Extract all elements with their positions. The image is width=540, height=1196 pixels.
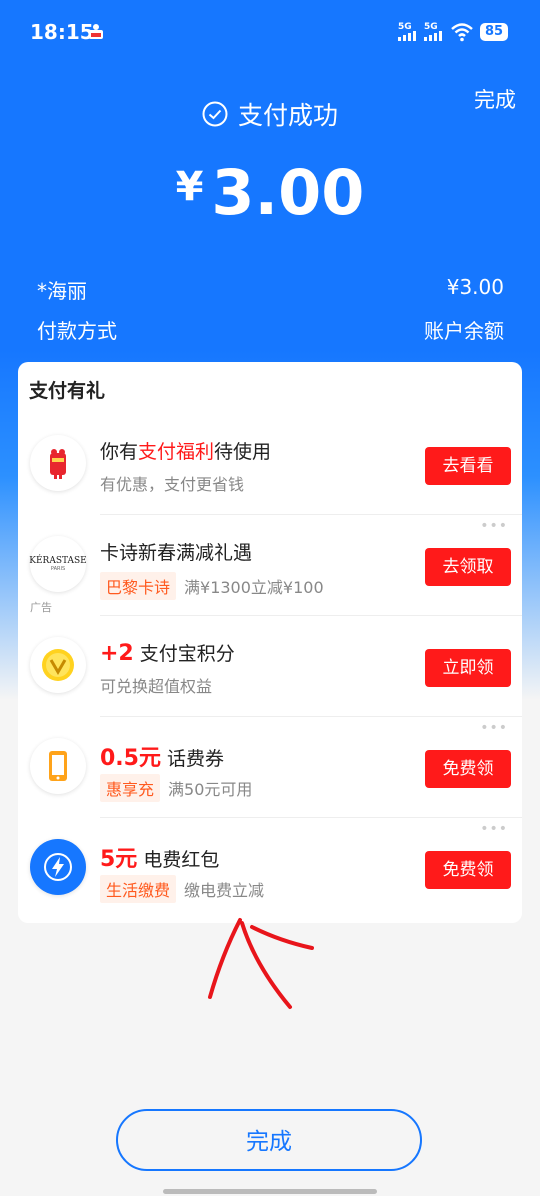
payment-method-value: 账户余额: [424, 319, 504, 343]
handwritten-arrow-annotation: [208, 918, 314, 1009]
service-tag: 生活缴费: [100, 875, 177, 903]
list-item-payment-benefit[interactable]: 你有支付福利待使用 有优惠，支付更省钱 去看看: [18, 415, 522, 516]
item-subtitle: 有优惠，支付更省钱: [100, 475, 245, 494]
go-see-button[interactable]: 去看看: [425, 447, 511, 485]
signal-icon-1: [398, 31, 416, 41]
payee-row: *海丽 ¥3.00: [37, 275, 504, 304]
item-title: 5元 电费红包: [100, 847, 220, 872]
list-item-alipay-points[interactable]: +2 支付宝积分 可兑换超值权益 立即领: [18, 617, 522, 718]
wifi-icon: [451, 23, 473, 42]
divider: [100, 817, 522, 818]
notification-app-icon: [89, 24, 103, 39]
battery-icon: 85: [480, 23, 508, 41]
home-indicator[interactable]: [163, 1189, 377, 1194]
claim-button[interactable]: 去领取: [425, 548, 511, 586]
item-subtitle: 惠享充 满50元可用: [100, 774, 252, 802]
item-title: 0.5元 话费券: [100, 746, 225, 771]
divider: [100, 716, 522, 717]
divider: [100, 615, 522, 616]
payee-amount: ¥3.00: [446, 275, 504, 299]
check-circle-icon: [202, 101, 228, 127]
kerastase-logo: KÉRASTASE PARIS: [29, 536, 87, 592]
item-title: 卡诗新春满减礼遇: [100, 542, 253, 564]
payment-rewards-card: 支付有礼 你有支付福利待使用 有优惠，支付更省钱 去看看 ••• KÉRASTA…: [18, 362, 522, 923]
brand-tag: 巴黎卡诗: [100, 572, 177, 600]
points-coin-icon: [30, 637, 86, 693]
success-text: 支付成功: [237, 101, 338, 130]
card-title: 支付有礼: [29, 380, 106, 402]
payment-success-heading: 支付成功: [0, 96, 540, 132]
red-envelope-icon: [30, 435, 86, 491]
list-item-kerastase-ad[interactable]: KÉRASTASE PARIS 广告 卡诗新春满减礼遇 巴黎卡诗 满¥1300立减…: [18, 516, 522, 617]
item-subtitle: 可兑换超值权益: [100, 677, 213, 696]
done-bottom-button[interactable]: 完成: [116, 1109, 422, 1171]
list-item-phone-bill-coupon[interactable]: 0.5元 话费券 惠享充 满50元可用 免费领: [18, 718, 522, 819]
currency-symbol: ¥: [175, 164, 204, 210]
list-item-electricity-bonus[interactable]: 5元 电费红包 生活缴费 缴电费立减 免费领: [18, 819, 522, 920]
item-title: 你有支付福利待使用: [100, 441, 272, 463]
free-claim-button[interactable]: 免费领: [425, 750, 511, 788]
lightning-icon: [30, 839, 86, 895]
item-title: +2 支付宝积分: [100, 641, 235, 666]
promo-tag: 惠享充: [100, 774, 161, 802]
item-subtitle: 巴黎卡诗 满¥1300立减¥100: [100, 572, 324, 600]
payment-method-label: 付款方式: [37, 319, 117, 343]
item-subtitle: 生活缴费 缴电费立减: [100, 875, 264, 903]
free-claim-button[interactable]: 免费领: [425, 851, 511, 889]
status-bar: 18:15 5G 5G 85: [0, 0, 540, 64]
phone-icon: [30, 738, 86, 794]
payee-name: *海丽: [37, 279, 87, 303]
payment-method-row: 付款方式 账户余额: [37, 315, 504, 344]
divider: [100, 514, 522, 515]
amount-value: 3.00: [211, 156, 365, 229]
ad-label: 广告: [30, 601, 52, 614]
claim-now-button[interactable]: 立即领: [425, 649, 511, 687]
signal-icon-2: [424, 31, 442, 41]
payment-amount: ¥3.00: [0, 156, 540, 229]
status-time: 18:15: [30, 20, 94, 44]
